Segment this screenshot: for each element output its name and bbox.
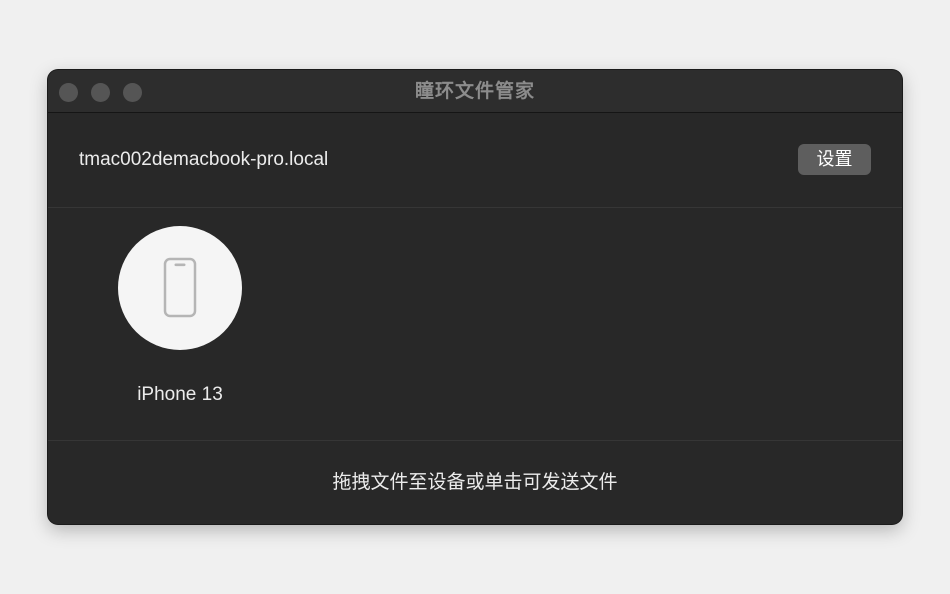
device-item[interactable]: iPhone 13 [118, 226, 242, 416]
window-title: 瞳环文件管家 [414, 80, 535, 102]
device-list: iPhone 13 [48, 208, 902, 441]
hostname-label: tmac002demacbook-pro.local [79, 149, 329, 170]
footer: 拖拽文件至设备或单击可发送文件 [48, 441, 902, 524]
titlebar[interactable]: 瞳环文件管家 [48, 70, 902, 113]
settings-button[interactable]: 设置 [798, 144, 871, 175]
drag-drop-hint: 拖拽文件至设备或单击可发送文件 [332, 471, 618, 493]
device-name: iPhone 13 [137, 384, 223, 405]
host-header: tmac002demacbook-pro.local 设置 [48, 113, 902, 208]
device-avatar[interactable] [118, 226, 242, 350]
smartphone-icon [163, 257, 197, 318]
app-window: 瞳环文件管家 tmac002demacbook-pro.local 设置 iPh… [48, 70, 902, 524]
